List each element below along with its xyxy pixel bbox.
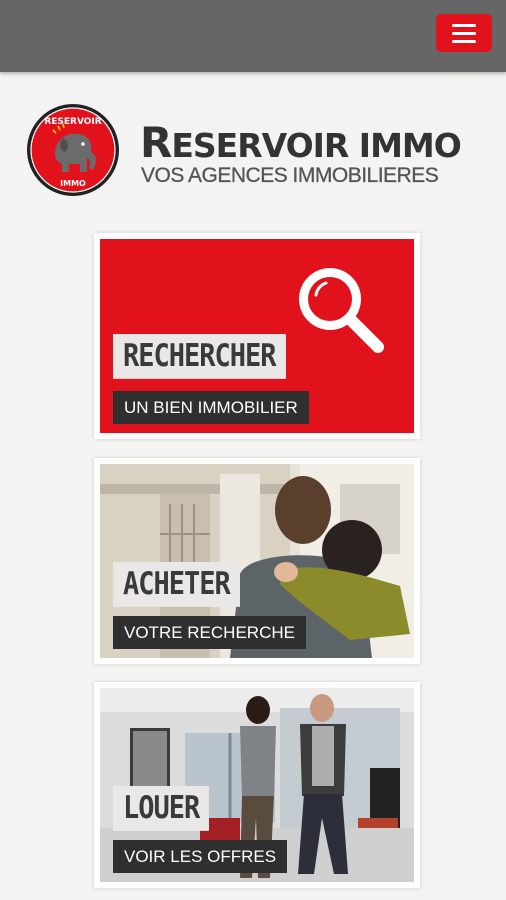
logo[interactable]: RESERVOIR IMMO <box>25 102 121 198</box>
card-title: RECHERCHER <box>113 334 286 379</box>
logo-bottom-text: IMMO <box>60 179 86 188</box>
site-header: RESERVOIR IMMO RESERVOIR IMMO VOS AGENCE… <box>0 100 506 200</box>
card-subtitle-button[interactable]: VOTRE RECHERCHE <box>113 616 306 649</box>
hamburger-icon-line <box>452 31 476 35</box>
top-bar <box>0 0 506 72</box>
card-title: LOUER <box>113 786 210 831</box>
menu-button[interactable] <box>436 14 492 52</box>
card-rechercher[interactable]: RECHERCHER UN BIEN IMMOBILIER <box>94 233 420 439</box>
logo-top-text: RESERVOIR <box>44 117 101 127</box>
card-subtitle-button[interactable]: UN BIEN IMMOBILIER <box>113 391 309 424</box>
brand-title-initial: R <box>140 118 172 167</box>
card-acheter[interactable]: ACHETER VOTRE RECHERCHE <box>94 458 420 664</box>
card-title: ACHETER <box>113 562 240 607</box>
hamburger-icon-line <box>452 39 476 43</box>
card-louer[interactable]: LOUER VOIR LES OFFRES <box>94 682 420 888</box>
brand-title: RESERVOIR IMMO <box>140 122 462 165</box>
hamburger-icon-line <box>452 23 476 27</box>
brand-subtitle: VOS AGENCES IMMOBILIERES <box>141 164 439 187</box>
brand-title-rest: ESERVOIR IMMO <box>171 126 461 165</box>
card-subtitle-button[interactable]: VOIR LES OFFRES <box>113 840 288 873</box>
